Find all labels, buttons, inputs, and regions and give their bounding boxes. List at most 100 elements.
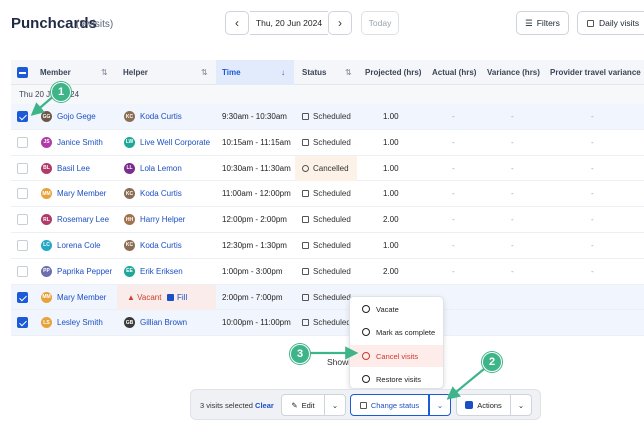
travel-variance: - (591, 112, 594, 121)
sort-icon[interactable]: ⇅ (345, 68, 352, 77)
col-provider-travel[interactable]: Provider travel variance (550, 68, 641, 77)
col-actual[interactable]: Actual (hrs) (432, 68, 476, 77)
annotation-badge-1: 1 (51, 82, 71, 102)
helper-link[interactable]: Harry Helper (140, 215, 185, 224)
table-row[interactable]: GG Gojo Gege KC Koda Curtis 9:30am - 10:30am… (11, 104, 644, 130)
helper-avatar: LL (124, 162, 135, 174)
calendar-icon (302, 216, 309, 224)
menu-item-restore-visits[interactable]: Restore visits (350, 368, 443, 390)
bulk-action-bar: 3 visits selected Clear ✎ Edit ⌄ Change s… (190, 389, 541, 420)
table-row[interactable]: RL Rosemary Lee HH Harry Helper 12:00pm - 2:… (11, 207, 644, 233)
menu-item-mark-complete[interactable]: Mark as complete (350, 321, 443, 343)
table-row[interactable]: LC Lorena Cole KC Koda Curtis 12:30pm - 1:30… (11, 233, 644, 259)
table-row[interactable]: MM Mary Member ▲ Vacant Fill 2:00pm - 7:00pm… (11, 284, 644, 311)
table-row[interactable]: PP Paprika Pepper EE Erik Eriksen 1:00pm - 3… (11, 259, 644, 285)
chevron-down-icon: ⌄ (517, 400, 525, 410)
visit-time: 10:30am - 11:30am (222, 163, 291, 173)
row-checkbox[interactable] (17, 291, 28, 303)
member-link[interactable]: Rosemary Lee (57, 215, 109, 224)
calendar-icon (302, 267, 309, 275)
col-helper[interactable]: Helper (123, 68, 148, 77)
view-select[interactable]: Daily visits (577, 11, 644, 35)
member-avatar: PP (41, 265, 52, 277)
helper-avatar: EE (124, 265, 135, 277)
helper-link[interactable]: Live Well Corporate (140, 138, 210, 147)
status-label: Scheduled (302, 241, 351, 250)
table-row[interactable]: BL Basil Lee LL Lola Lemon 10:30am - 11:30am… (11, 155, 644, 182)
restore-icon (362, 375, 370, 383)
status-label: Scheduled (302, 112, 351, 121)
date-picker[interactable]: Thu, 20 Jun 2024 (250, 11, 328, 35)
today-button[interactable]: Today (361, 11, 399, 35)
member-link[interactable]: Janice Smith (57, 138, 103, 147)
member-link[interactable]: Lorena Cole (57, 241, 101, 250)
pencil-icon: ✎ (291, 400, 298, 410)
prev-date-button[interactable]: ‹ (225, 11, 249, 35)
row-checkbox[interactable] (17, 239, 28, 251)
table-row[interactable]: LS Lesley Smith GB Gillian Brown 10:00pm - 1… (11, 310, 644, 337)
member-link[interactable]: Gojo Gege (57, 112, 96, 121)
status-label: Scheduled (302, 267, 351, 276)
helper-link[interactable]: Erik Eriksen (140, 267, 183, 276)
actions-button[interactable]: Actions (456, 394, 511, 416)
fill-button[interactable]: Fill (167, 293, 187, 302)
status-label: Scheduled (302, 189, 351, 198)
change-status-dropdown-button[interactable]: ⌄ (429, 394, 451, 416)
variance-hours: - (511, 215, 514, 225)
edit-button[interactable]: ✎ Edit (281, 394, 325, 416)
change-status-button[interactable]: Change status (350, 394, 429, 416)
col-variance[interactable]: Variance (hrs) (487, 68, 540, 77)
calendar-icon (587, 19, 594, 27)
helper-link[interactable]: Lola Lemon (140, 164, 182, 173)
projected-hours: 2.00 (383, 266, 399, 276)
clear-selection-link[interactable]: Clear (255, 401, 274, 410)
member-link[interactable]: Lesley Smith (57, 318, 103, 327)
calendar-icon (302, 319, 309, 327)
row-checkbox[interactable] (17, 136, 28, 148)
projected-hours: 1.00 (383, 137, 399, 147)
actual-hours: - (452, 112, 455, 121)
ban-icon (302, 164, 309, 172)
row-checkbox[interactable] (17, 188, 28, 200)
sort-icon[interactable]: ⇅ (101, 68, 108, 77)
helper-link[interactable]: Koda Curtis (140, 189, 182, 198)
table-row[interactable]: MM Mary Member KC Koda Curtis 11:00am - 12:0… (11, 181, 644, 208)
chevron-down-icon: ⌄ (331, 400, 339, 410)
col-member[interactable]: Member (40, 68, 71, 77)
edit-dropdown-button[interactable]: ⌄ (324, 394, 346, 416)
member-link[interactable]: Mary Member (57, 189, 106, 198)
sort-icon[interactable]: ⇅ (201, 68, 208, 77)
actions-dropdown-button[interactable]: ⌄ (510, 394, 532, 416)
row-checkbox[interactable] (17, 162, 28, 174)
visit-time: 11:00am - 12:00pm (222, 189, 291, 199)
table-header: Member ⇅ Helper ⇅ Time ↓ Status ⇅ Projec… (11, 60, 644, 85)
sort-down-icon[interactable]: ↓ (281, 68, 285, 77)
filters-button[interactable]: ☰ Filters (516, 11, 569, 35)
variance-hours: - (511, 137, 514, 147)
table-row[interactable]: JS Janice Smith LW Live Well Corporate 10:15… (11, 130, 644, 156)
projected-hours: 1.00 (383, 189, 399, 199)
row-checkbox[interactable] (17, 111, 28, 122)
menu-item-cancel-visits[interactable]: Cancel visits (350, 345, 443, 367)
helper-link[interactable]: Koda Curtis (140, 241, 182, 250)
helper-link[interactable]: Koda Curtis (140, 112, 182, 121)
status-label: Scheduled (302, 138, 351, 147)
member-link[interactable]: Mary Member (57, 293, 106, 302)
menu-item-vacate[interactable]: Vacate (350, 298, 443, 320)
next-date-button[interactable]: › (328, 11, 352, 35)
col-projected[interactable]: Projected (hrs) (365, 68, 421, 77)
col-time[interactable]: Time (222, 68, 241, 77)
row-checkbox[interactable] (17, 265, 28, 277)
select-all-checkbox[interactable] (17, 67, 28, 78)
row-checkbox[interactable] (17, 214, 28, 226)
member-link[interactable]: Basil Lee (57, 164, 90, 173)
helper-avatar: LW (124, 136, 135, 148)
helper-avatar: HH (124, 214, 135, 226)
calendar-icon (302, 190, 309, 198)
row-checkbox[interactable] (17, 317, 28, 329)
col-status[interactable]: Status (302, 68, 326, 77)
helper-link[interactable]: Gillian Brown (140, 318, 187, 327)
plus-icon (167, 293, 174, 301)
member-link[interactable]: Paprika Pepper (57, 267, 112, 276)
visit-time: 10:00pm - 11:00pm (222, 318, 291, 328)
